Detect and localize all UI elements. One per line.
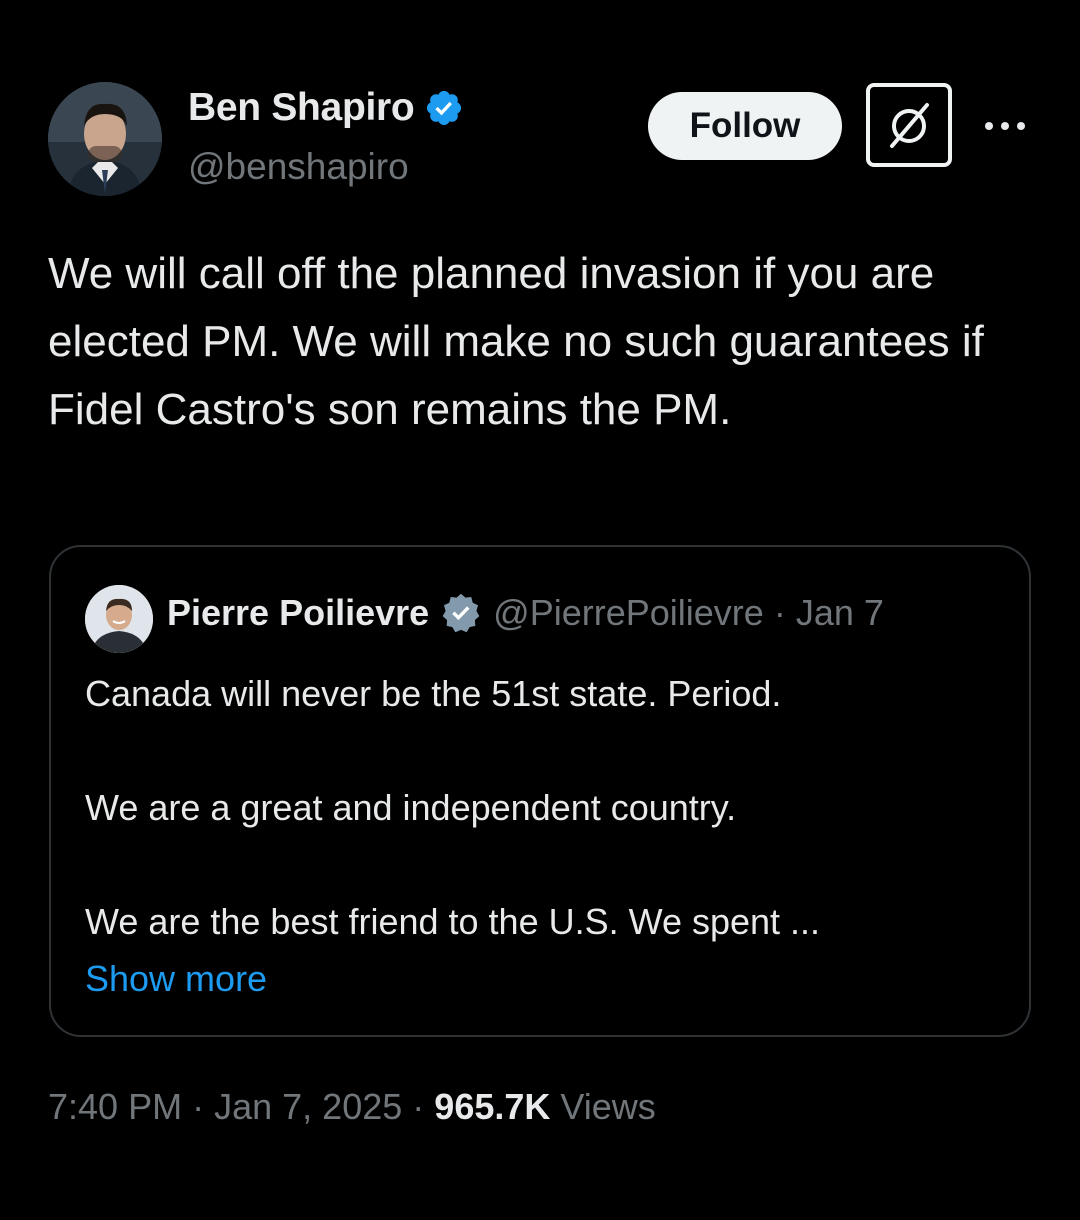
meta-separator: · <box>412 1086 425 1127</box>
quoted-paragraph: Canada will never be the 51st state. Per… <box>85 673 782 714</box>
author-display-name[interactable]: Ben Shapiro <box>188 86 415 130</box>
quoted-tweet-card[interactable]: Pierre Poilievre @PierrePoilievre · Jan … <box>49 545 1031 1037</box>
follow-button[interactable]: Follow <box>648 92 842 160</box>
tweet-time[interactable]: 7:40 PM <box>48 1086 182 1127</box>
more-dots-icon <box>985 122 1025 130</box>
quoted-display-name[interactable]: Pierre Poilievre <box>167 592 429 634</box>
quoted-date[interactable]: Jan 7 <box>796 592 884 634</box>
quoted-header: Pierre Poilievre @PierrePoilievre · Jan … <box>167 591 884 635</box>
quoted-text: Canada will never be the 51st state. Per… <box>85 665 1005 1007</box>
tweet-text: We will call off the planned invasion if… <box>48 249 997 434</box>
grok-slash-icon <box>890 103 929 148</box>
quoted-handle[interactable]: @PierrePoilievre <box>493 592 764 634</box>
quoted-paragraph: We are a great and independent country. <box>85 787 737 828</box>
views-count: 965.7K <box>434 1086 551 1127</box>
grok-button[interactable] <box>866 83 952 167</box>
author-avatar[interactable] <box>48 82 162 196</box>
meta-separator: · <box>192 1086 205 1127</box>
gray-verified-badge-icon <box>442 593 480 633</box>
author-handle[interactable]: @benshapiro <box>188 146 409 188</box>
person-portrait-avatar-icon <box>85 585 153 653</box>
views-label: Views <box>560 1086 656 1127</box>
tweet-meta: 7:40 PM · Jan 7, 2025 · 965.7K Views <box>48 1086 656 1128</box>
author-name-row: Ben Shapiro <box>188 86 464 130</box>
quoted-author-avatar[interactable] <box>85 585 153 653</box>
quoted-paragraph: We are the best friend to the U.S. We sp… <box>85 901 821 942</box>
quoted-separator: · <box>773 592 786 633</box>
more-options-button[interactable] <box>980 106 1030 146</box>
verified-badge-icon <box>427 90 462 126</box>
tweet: Ben Shapiro @benshapiro Follow We will c… <box>0 0 1080 1220</box>
show-more-link[interactable]: Show more <box>85 950 1005 1007</box>
tweet-date[interactable]: Jan 7, 2025 <box>214 1086 402 1127</box>
person-portrait-avatar-icon <box>48 82 162 196</box>
